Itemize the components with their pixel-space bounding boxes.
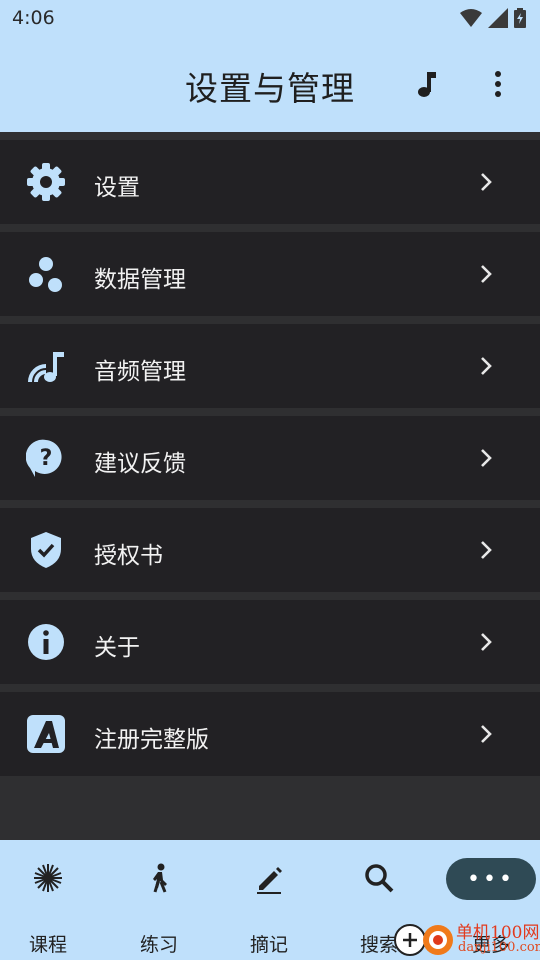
app-bar: 设置与管理 [0, 36, 540, 132]
menu-item-license[interactable]: 授权书 [0, 508, 540, 592]
nav-label: 课程 [28, 934, 67, 956]
status-time: 4:06 [12, 7, 55, 29]
menu-item-feedback[interactable]: ? 建议反馈 [0, 416, 540, 500]
data-dots-icon [29, 257, 62, 292]
chevron-right-icon [481, 725, 492, 743]
chevron-right-icon [481, 173, 492, 191]
nav-label: 练习 [139, 934, 178, 956]
chevron-right-icon [481, 265, 492, 283]
feedback-question-icon: ? [26, 439, 62, 477]
nav-item-notes[interactable]: 摘记 [219, 858, 319, 956]
menu-item-audio-management[interactable]: 音频管理 [0, 324, 540, 408]
menu-label: 授权书 [94, 543, 163, 569]
chevron-right-icon [481, 357, 492, 375]
menu-label: 音频管理 [94, 359, 186, 385]
chevron-right-icon [481, 541, 492, 559]
register-a-icon [27, 715, 65, 753]
chevron-right-icon [481, 633, 492, 651]
info-icon [28, 624, 64, 660]
wifi-icon [460, 9, 482, 27]
walking-person-icon [153, 863, 167, 893]
menu-item-data-management[interactable]: 数据管理 [0, 232, 540, 316]
status-bar: 4:06 [0, 0, 540, 36]
pencil-icon [257, 867, 282, 894]
site-watermark: 单机100网 danji100.com [392, 918, 540, 960]
menu-label: 关于 [94, 635, 140, 661]
watermark-logo-icon [394, 924, 453, 956]
svg-text:?: ? [40, 446, 53, 471]
menu-label: 设置 [94, 175, 140, 201]
settings-list: 设置 数据管理 音频管理 ? 建议反馈 授权书 关于 注册完整版 [0, 140, 540, 784]
menu-item-about[interactable]: 关于 [0, 600, 540, 684]
page-title: 设置与管理 [185, 69, 355, 108]
menu-label: 建议反馈 [94, 451, 186, 477]
music-note-icon [418, 72, 436, 97]
overflow-menu-button[interactable] [484, 68, 512, 100]
nav-item-practice[interactable]: 练习 [109, 858, 209, 956]
gear-icon [27, 163, 65, 201]
vertical-dots-icon [495, 71, 501, 97]
signal-icon [488, 8, 508, 28]
status-icons [460, 8, 526, 28]
shield-check-icon [31, 532, 61, 568]
search-icon [365, 864, 394, 893]
nav-item-courses[interactable]: 课程 [0, 858, 98, 956]
menu-item-settings[interactable]: 设置 [0, 140, 540, 224]
music-note-button[interactable] [410, 68, 442, 100]
audio-wave-icon [28, 352, 64, 383]
chevron-right-icon [481, 449, 492, 467]
nav-label: 摘记 [249, 934, 288, 956]
battery-icon [514, 8, 526, 28]
watermark-subtext: danji100.com [458, 940, 540, 955]
menu-label: 数据管理 [94, 267, 186, 293]
menu-item-register[interactable]: 注册完整版 [0, 692, 540, 776]
menu-label: 注册完整版 [94, 727, 209, 753]
sparkle-icon [34, 864, 62, 892]
